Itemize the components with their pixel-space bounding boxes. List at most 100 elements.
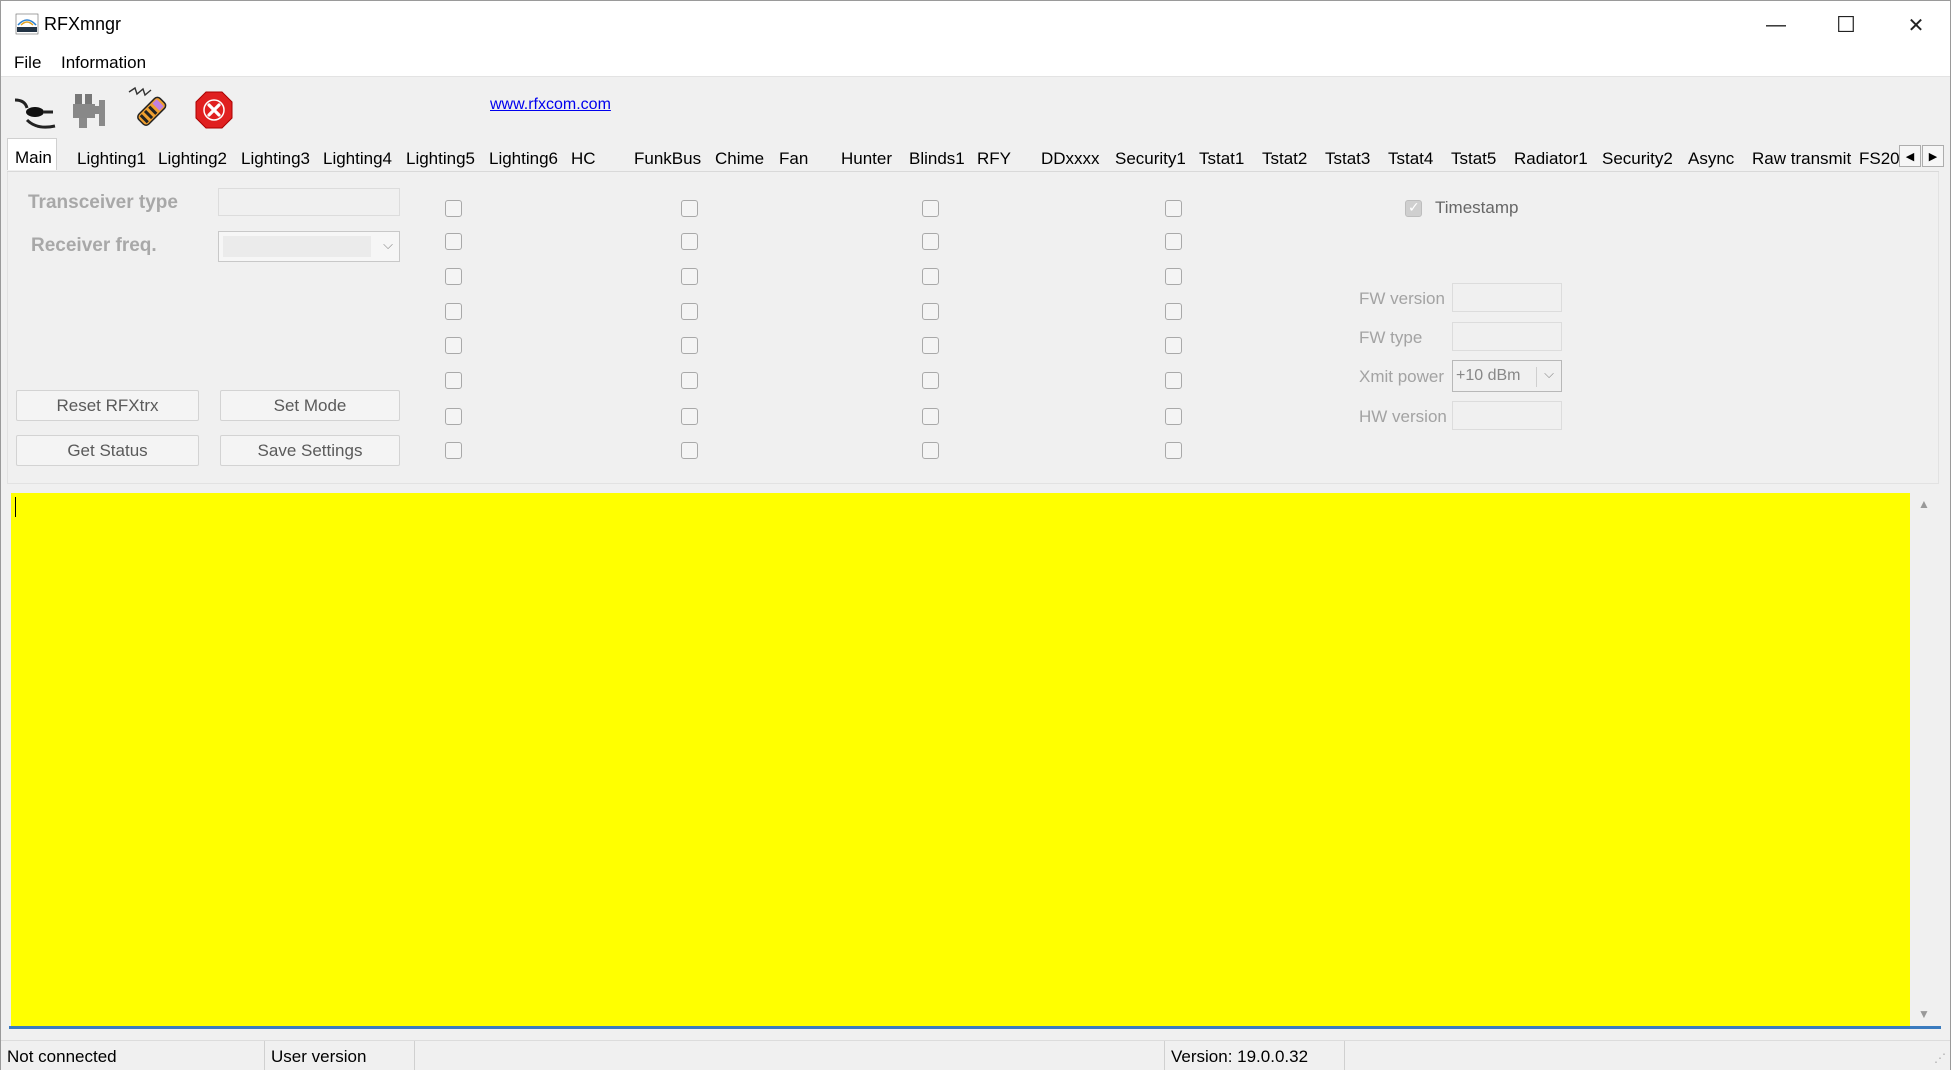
protocol-checkbox[interactable] <box>445 233 462 250</box>
protocol-checkbox[interactable] <box>1165 303 1182 320</box>
close-window-button[interactable]: ✕ <box>1881 1 1951 49</box>
tab-tstat5[interactable]: Tstat5 <box>1444 142 1507 172</box>
app-window: RFXmngr — ☐ ✕ File Information www.rfxco… <box>0 0 1951 1070</box>
tab-strip: Main Lighting1 Lighting2 Lighting3 Light… <box>7 138 1944 172</box>
rfxcom-link[interactable]: www.rfxcom.com <box>490 96 611 114</box>
tab-lighting5[interactable]: Lighting5 <box>399 142 482 172</box>
protocol-checkbox[interactable] <box>681 442 698 459</box>
menu-bar: File Information <box>1 49 1950 77</box>
protocol-checkbox[interactable] <box>922 268 939 285</box>
tab-scroll-left-button[interactable]: ◀ <box>1899 145 1921 167</box>
tab-tstat1[interactable]: Tstat1 <box>1192 142 1255 172</box>
receiver-freq-dropdown[interactable]: ⌵ <box>218 231 400 262</box>
get-status-button[interactable]: Get Status <box>16 435 199 466</box>
xmit-power-value: +10 dBm <box>1456 367 1521 384</box>
xmit-power-dropdown[interactable]: +10 dBm ⌵ <box>1452 360 1562 392</box>
protocol-checkbox[interactable] <box>445 200 462 217</box>
tab-ddxxxx[interactable]: DDxxxx <box>1034 142 1108 172</box>
tab-lighting6[interactable]: Lighting6 <box>482 142 564 172</box>
protocol-checkbox[interactable] <box>681 337 698 354</box>
protocol-checkbox[interactable] <box>922 200 939 217</box>
protocol-checkbox[interactable] <box>1165 200 1182 217</box>
chevron-down-icon: ⌵ <box>1544 366 1554 381</box>
window-title: RFXmngr <box>44 14 122 34</box>
connect-cable-icon[interactable] <box>11 86 57 132</box>
tab-raw-transmit[interactable]: Raw transmit <box>1745 142 1852 172</box>
tab-lighting4[interactable]: Lighting4 <box>316 142 399 172</box>
protocol-checkbox[interactable] <box>922 303 939 320</box>
status-connection: Not connected <box>1 1041 265 1070</box>
protocol-checkbox[interactable] <box>1165 372 1182 389</box>
scroll-up-icon[interactable]: ▲ <box>1918 497 1930 511</box>
protocol-checkbox[interactable] <box>922 372 939 389</box>
save-settings-button[interactable]: Save Settings <box>220 435 400 466</box>
protocol-checkbox[interactable] <box>922 233 939 250</box>
protocol-checkbox[interactable] <box>445 408 462 425</box>
disconnect-plug-icon[interactable] <box>69 86 115 132</box>
transceiver-type-field <box>218 188 400 216</box>
protocol-checkbox[interactable] <box>681 303 698 320</box>
protocol-checkbox[interactable] <box>681 372 698 389</box>
menu-information[interactable]: Information <box>61 53 146 73</box>
protocol-checkbox[interactable] <box>445 372 462 389</box>
tab-blinds1[interactable]: Blinds1 <box>902 142 970 172</box>
tab-lighting1[interactable]: Lighting1 <box>70 142 151 172</box>
reset-rfxtrx-button[interactable]: Reset RFXtrx <box>16 390 199 421</box>
log-bottom-border <box>9 1026 1941 1029</box>
text-caret <box>15 497 16 517</box>
tab-lighting3[interactable]: Lighting3 <box>234 142 316 172</box>
tab-tstat3[interactable]: Tstat3 <box>1318 142 1381 172</box>
protocol-checkbox[interactable] <box>1165 337 1182 354</box>
protocol-checkbox[interactable] <box>445 268 462 285</box>
set-mode-button[interactable]: Set Mode <box>220 390 400 421</box>
chevron-right-icon: ▶ <box>1928 150 1938 163</box>
timestamp-checkbox[interactable] <box>1405 199 1422 217</box>
tab-radiator1[interactable]: Radiator1 <box>1507 142 1595 172</box>
chevron-left-icon: ◀ <box>1905 150 1915 163</box>
scroll-down-icon[interactable]: ▼ <box>1918 1007 1930 1021</box>
protocol-checkbox[interactable] <box>922 337 939 354</box>
tab-tstat2[interactable]: Tstat2 <box>1255 142 1318 172</box>
minimize-icon: — <box>1766 13 1786 36</box>
menu-file[interactable]: File <box>14 53 41 73</box>
tab-fan[interactable]: Fan <box>772 142 834 172</box>
protocol-checkbox[interactable] <box>445 442 462 459</box>
resize-grip-icon[interactable]: ⋰ <box>1934 1051 1946 1065</box>
tab-scroll-right-button[interactable]: ▶ <box>1922 145 1944 167</box>
protocol-checkbox[interactable] <box>1165 408 1182 425</box>
maximize-button[interactable]: ☐ <box>1811 1 1881 49</box>
protocol-checkbox[interactable] <box>445 303 462 320</box>
protocol-checkbox[interactable] <box>681 408 698 425</box>
stop-icon[interactable] <box>191 86 237 132</box>
tab-main[interactable]: Main <box>7 138 57 170</box>
protocol-checkbox[interactable] <box>1165 233 1182 250</box>
protocol-checkbox[interactable] <box>681 200 698 217</box>
log-vertical-scrollbar[interactable]: ▲ ▼ <box>1910 493 1940 1026</box>
status-spacer <box>415 1041 1165 1070</box>
tab-chime[interactable]: Chime <box>708 142 772 172</box>
log-textarea[interactable] <box>11 493 1910 1026</box>
tab-async[interactable]: Async <box>1681 142 1745 172</box>
protocol-checkbox[interactable] <box>1165 268 1182 285</box>
protocol-checkbox[interactable] <box>445 337 462 354</box>
minimize-button[interactable]: — <box>1741 1 1811 49</box>
tab-hc[interactable]: HC <box>564 142 627 172</box>
title-bar[interactable]: RFXmngr — ☐ ✕ <box>1 1 1950 49</box>
tab-funkbus[interactable]: FunkBus <box>627 142 708 172</box>
tab-lighting2[interactable]: Lighting2 <box>151 142 234 172</box>
tab-rfy[interactable]: RFY <box>970 142 1034 172</box>
fw-version-field <box>1452 283 1562 312</box>
protocol-checkbox[interactable] <box>922 408 939 425</box>
transmitter-icon[interactable] <box>127 86 173 132</box>
protocol-checkbox[interactable] <box>681 268 698 285</box>
tab-fs20[interactable]: FS20 <box>1852 142 1899 172</box>
status-version: Version: 19.0.0.32 <box>1165 1041 1345 1070</box>
tab-security2[interactable]: Security2 <box>1595 142 1681 172</box>
tab-hunter[interactable]: Hunter <box>834 142 902 172</box>
tab-security1[interactable]: Security1 <box>1108 142 1192 172</box>
receiver-freq-value <box>223 236 371 257</box>
tab-tstat4[interactable]: Tstat4 <box>1381 142 1444 172</box>
protocol-checkbox[interactable] <box>1165 442 1182 459</box>
protocol-checkbox[interactable] <box>922 442 939 459</box>
protocol-checkbox[interactable] <box>681 233 698 250</box>
